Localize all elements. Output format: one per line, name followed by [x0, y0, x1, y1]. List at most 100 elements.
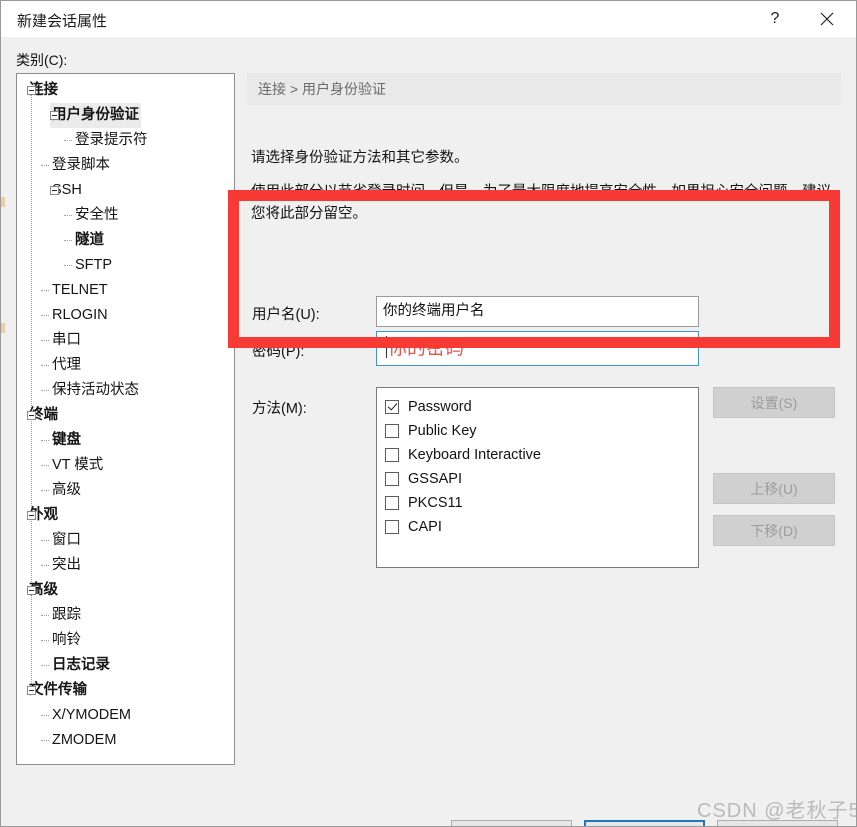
tree-item-label: 突出 [52, 557, 81, 573]
password-input[interactable]: 你的密码 [376, 331, 699, 366]
tree-connector [41, 165, 49, 167]
tree-connector [41, 565, 49, 567]
settings-button[interactable]: 设置(S) [713, 387, 835, 418]
tree-item[interactable]: X/YMODEM [17, 703, 234, 728]
tree-item[interactable]: 串口 [17, 328, 234, 353]
tree-item-label: 文件传输 [29, 682, 87, 698]
tree-connector [41, 365, 49, 367]
auth-method-item[interactable]: GSSAPI [385, 467, 698, 491]
tree-connector [41, 440, 49, 442]
tree-item-label: 串口 [52, 332, 81, 348]
tree-rows: 连接 用户身份验证登录提示符登录脚本 SSH 安全性隧道 SFTP TELNET RLOGI… [17, 78, 234, 753]
tree-item[interactable]: ZMODEM [17, 728, 234, 753]
tree-item[interactable]: SFTP [17, 253, 234, 278]
move-up-button[interactable]: 上移(U) [713, 473, 835, 504]
checkbox-unchecked-icon[interactable] [385, 496, 399, 510]
auth-method-item[interactable]: Keyboard Interactive [385, 443, 698, 467]
tree-connector [41, 640, 49, 642]
tree-item[interactable]: 日志记录 [17, 653, 234, 678]
auth-method-list[interactable]: Password Public Key Keyboard Interactive GS… [376, 387, 699, 568]
auth-method-item[interactable]: PKCS11 [385, 491, 698, 515]
close-icon[interactable] [804, 1, 850, 37]
username-input[interactable]: 你的终端用户名 [376, 296, 699, 327]
checkbox-unchecked-icon[interactable] [385, 448, 399, 462]
dialog-body: 类别(C): 连接 用户身份验证 登录提示符 登录脚本 SSH 安全性 隧道 SFTP TELN… [1, 37, 856, 826]
tree-expander-collapse-icon[interactable] [27, 586, 36, 595]
tree-item-label: 响铃 [52, 632, 81, 648]
tree-item-label: ZMODEM [52, 732, 117, 748]
checkbox-unchecked-icon[interactable] [385, 520, 399, 534]
tree-item[interactable]: TELNET [17, 278, 234, 303]
auth-method-label: GSSAPI [408, 471, 462, 487]
tree-item[interactable]: 高级 [17, 478, 234, 503]
tree-item-label: 日志记录 [52, 657, 110, 673]
tree-item-label: 跟踪 [52, 607, 81, 623]
tree-item[interactable]: VT 模式 [17, 453, 234, 478]
connect-button[interactable]: 连接 [451, 820, 572, 826]
ok-button[interactable]: 确定 [584, 820, 705, 826]
tree-item[interactable]: SSH [17, 178, 234, 203]
tree-item-label: RLOGIN [52, 307, 108, 323]
move-down-button[interactable]: 下移(D) [713, 515, 835, 546]
checkbox-unchecked-icon[interactable] [385, 472, 399, 486]
tree-item-label: VT 模式 [52, 457, 104, 473]
tree-item[interactable]: 登录提示符 [17, 128, 234, 153]
tree-item-label: 登录提示符 [75, 132, 148, 148]
tree-item-label: 代理 [52, 357, 81, 373]
checkbox-unchecked-icon[interactable] [385, 424, 399, 438]
tree-item-label: 保持活动状态 [52, 382, 139, 398]
auth-method-item[interactable]: Public Key [385, 419, 698, 443]
tree-item[interactable]: RLOGIN [17, 303, 234, 328]
auth-method-item[interactable]: CAPI [385, 515, 698, 539]
tree-expander-collapse-icon[interactable] [50, 186, 59, 195]
tree-connector [41, 665, 49, 667]
tree-item[interactable]: 隧道 [17, 228, 234, 253]
category-tree[interactable]: 连接 用户身份验证登录提示符登录脚本 SSH 安全性隧道 SFTP TELNET RLOGI… [16, 73, 235, 765]
tree-item-label: 安全性 [75, 207, 119, 223]
auth-method-item[interactable]: Password [385, 395, 698, 419]
auth-method-label: Password [408, 399, 472, 415]
window-title: 新建会话属性 [17, 13, 108, 30]
edge-artifact [1, 323, 5, 333]
tree-expander-collapse-icon[interactable] [50, 111, 59, 120]
tree-expander-collapse-icon[interactable] [27, 686, 36, 695]
tree-connector [41, 615, 49, 617]
tree-item-label: TELNET [52, 282, 108, 298]
tree-item[interactable]: 窗口 [17, 528, 234, 553]
edge-artifact [1, 197, 5, 207]
method-label: 方法(M): [252, 401, 307, 417]
tree-item[interactable]: 终端 [17, 403, 234, 428]
checkbox-checked-icon[interactable] [385, 400, 399, 414]
tree-connector [64, 140, 72, 142]
tree-item-label: 隧道 [75, 232, 104, 248]
tree-item[interactable]: 键盘 [17, 428, 234, 453]
tree-item[interactable]: 登录脚本 [17, 153, 234, 178]
tree-item[interactable]: 连接 [17, 78, 234, 103]
tree-item[interactable]: 代理 [17, 353, 234, 378]
tree-item[interactable]: 文件传输 [17, 678, 234, 703]
tree-item[interactable]: 保持活动状态 [17, 378, 234, 403]
tree-item-label: 高级 [52, 482, 81, 498]
tree-expander-collapse-icon[interactable] [27, 86, 36, 95]
tree-item-label: 登录脚本 [52, 157, 110, 173]
tree-connector [64, 265, 72, 267]
tree-expander-collapse-icon[interactable] [27, 411, 36, 420]
tree-item[interactable]: 突出 [17, 553, 234, 578]
tree-item[interactable]: 跟踪 [17, 603, 234, 628]
tree-item-label: X/YMODEM [52, 707, 131, 723]
question-mark-icon[interactable]: ? [752, 1, 798, 37]
tree-item[interactable]: 响铃 [17, 628, 234, 653]
tree-item[interactable]: 安全性 [17, 203, 234, 228]
tree-item[interactable]: 用户身份验证 [17, 103, 234, 128]
tree-item-label: 窗口 [52, 532, 81, 548]
category-label: 类别(C): [16, 52, 68, 68]
tree-connector [41, 540, 49, 542]
tree-item[interactable]: 外观 [17, 503, 234, 528]
tree-item-label: SFTP [75, 257, 113, 273]
tree-item[interactable]: 高级 [17, 578, 234, 603]
tree-connector [41, 315, 49, 317]
cancel-button[interactable]: 取消 [717, 820, 838, 826]
tree-connector [41, 740, 49, 742]
auth-method-label: Keyboard Interactive [408, 447, 541, 463]
tree-expander-collapse-icon[interactable] [27, 511, 36, 520]
